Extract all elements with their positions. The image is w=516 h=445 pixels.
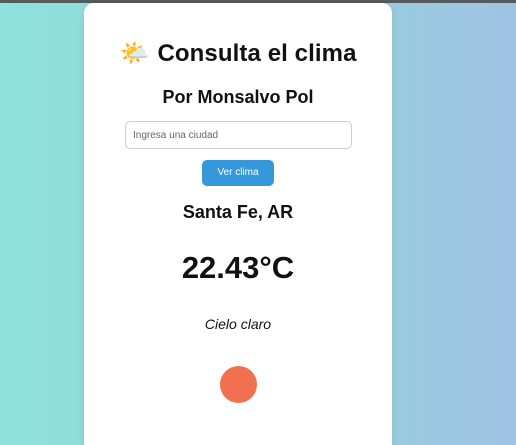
- sun-behind-cloud-icon: 🌤️: [119, 40, 150, 67]
- temperature-value: 22.43°C: [181, 250, 295, 285]
- view-weather-button[interactable]: Ver clima: [202, 160, 274, 186]
- author-subtitle: Por Monsalvo Pol: [162, 87, 314, 107]
- weather-description: Cielo claro: [204, 316, 272, 332]
- location-label: Santa Fe, AR: [182, 202, 294, 222]
- page-title: Consulta el clima: [157, 40, 357, 67]
- header: 🌤️ Consulta el clima: [84, 39, 392, 69]
- weather-card: 🌤️ Consulta el clima Por Monsalvo Pol Ve…: [84, 3, 392, 445]
- city-search-input[interactable]: [125, 121, 352, 149]
- status-dot-icon: [220, 366, 257, 403]
